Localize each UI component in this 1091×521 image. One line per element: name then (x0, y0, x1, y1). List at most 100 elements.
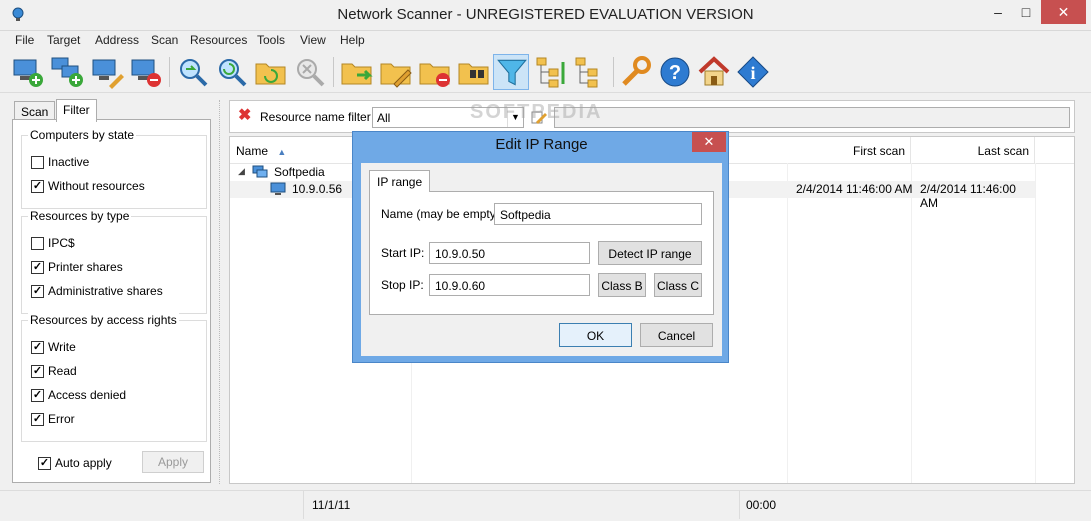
splitter[interactable] (219, 100, 221, 484)
group-title: Computers by state (28, 128, 137, 142)
home-icon[interactable] (696, 54, 732, 90)
checkbox-read[interactable]: ✓ Read (31, 363, 77, 379)
clear-filter-icon[interactable]: ✖ (238, 108, 252, 124)
checkbox-inactive[interactable]: Inactive (31, 154, 89, 170)
name-field[interactable]: Softpedia (494, 203, 702, 225)
checkbox-box[interactable]: ✓ (31, 388, 44, 402)
checkbox-box[interactable]: ✓ (31, 284, 44, 298)
filter-label: Resource name filter (260, 110, 371, 124)
checkbox-administrative-shares[interactable]: ✓ Administrative shares (31, 283, 163, 299)
checkbox-box[interactable]: ✓ (31, 364, 44, 378)
group-resources-by-access-rights: Resources by access rights ✓ Write ✓ Read … (21, 313, 207, 442)
checkbox-box[interactable]: ✓ (31, 412, 44, 426)
scan-folder-icon[interactable] (253, 54, 289, 90)
dialog-title: Edit IP Range (495, 136, 588, 153)
watermark: SOFTPEDIA (470, 101, 603, 123)
column-header-last-scan[interactable]: Last scan (911, 137, 1035, 163)
close-button[interactable]: ✕ (1041, 0, 1086, 24)
filter-panel: Computers by state Inactive ✓ Without res… (12, 119, 211, 483)
filter-icon[interactable] (493, 54, 529, 90)
start-ip-field[interactable]: 10.9.0.50 (429, 242, 590, 264)
class-b-button[interactable]: Class B (598, 273, 646, 297)
ok-button[interactable]: OK (559, 323, 632, 347)
menu-view[interactable]: View (300, 33, 326, 47)
checkbox-box[interactable]: ✓ (31, 260, 44, 274)
status-cell-3: 00:00 (746, 498, 777, 512)
checkbox-box[interactable] (31, 236, 44, 250)
checkbox-write[interactable]: ✓ Write (31, 339, 76, 355)
column-header-first-scan[interactable]: First scan (787, 137, 911, 163)
checkbox-without-resources[interactable]: ✓ Without resources (31, 178, 145, 194)
menu-tools[interactable]: Tools (257, 33, 285, 47)
tree-expand-icon[interactable] (533, 54, 569, 90)
dialog-body: IP range Name (may be empty): Softpedia … (361, 163, 722, 356)
window-title: Network Scanner - UNREGISTERED EVALUATIO… (337, 6, 754, 23)
minimize-button[interactable]: – (983, 0, 1013, 24)
checkbox-auto-apply[interactable]: ✓ Auto apply (38, 455, 112, 471)
checkbox-box[interactable] (31, 155, 44, 169)
checkbox-label: Write (48, 340, 76, 354)
checkbox-label: IPC$ (48, 236, 75, 250)
toolbar: ? i (0, 51, 1091, 93)
rescan-icon[interactable] (214, 54, 250, 90)
menu-file[interactable]: File (15, 33, 34, 47)
edit-computer-icon[interactable] (89, 54, 125, 90)
tree-collapse-icon[interactable] (572, 54, 608, 90)
network-group-icon (252, 164, 268, 180)
maximize-button[interactable]: □ (1011, 0, 1041, 24)
row-first-scan: 2/4/2014 11:46:00 AM (796, 182, 913, 196)
class-c-button[interactable]: Class C (654, 273, 702, 297)
toolbar-separator (169, 57, 170, 87)
column-header-label: Name (236, 144, 269, 158)
group-title: Resources by type (28, 209, 132, 223)
tab-filter[interactable]: Filter (56, 99, 97, 122)
checkbox-error[interactable]: ✓ Error (31, 411, 75, 427)
info-icon[interactable]: i (735, 54, 771, 90)
collapse-icon[interactable]: ◢ (238, 166, 245, 177)
checkbox-ipc[interactable]: IPC$ (31, 235, 75, 251)
menu-resources[interactable]: Resources (190, 33, 247, 47)
checkbox-label: Without resources (48, 179, 145, 193)
edit-folder-icon[interactable] (378, 54, 414, 90)
checkbox-label: Error (48, 412, 75, 426)
scan-icon[interactable] (175, 54, 211, 90)
menu-target[interactable]: Target (47, 33, 80, 47)
checkbox-box[interactable]: ✓ (38, 456, 51, 470)
remove-folder-icon[interactable] (417, 54, 453, 90)
open-folder-icon[interactable] (339, 54, 375, 90)
left-panel: Scan Filter Computers by state Inactive … (10, 99, 213, 485)
menu-help[interactable]: Help (340, 33, 365, 47)
wrench-icon[interactable] (618, 54, 654, 90)
add-computer-icon[interactable] (10, 54, 46, 90)
checkbox-label: Printer shares (48, 260, 123, 274)
checkbox-box[interactable]: ✓ (31, 340, 44, 354)
menu-address[interactable]: Address (95, 33, 139, 47)
svg-text:?: ? (669, 62, 681, 84)
stop-scan-icon[interactable] (292, 54, 328, 90)
detect-ip-range-button[interactable]: Detect IP range (598, 241, 702, 265)
start-ip-label: Start IP: (381, 246, 425, 260)
grid-line (911, 163, 912, 483)
status-bar: 11/1/11 00:00 (0, 490, 1091, 521)
dialog-close-icon[interactable]: ✕ (692, 132, 726, 152)
checkbox-printer-shares[interactable]: ✓ Printer shares (31, 259, 123, 275)
cancel-button[interactable]: Cancel (640, 323, 713, 347)
stop-ip-field[interactable]: 10.9.0.60 (429, 274, 590, 296)
help-icon[interactable]: ? (657, 54, 693, 90)
search-folder-icon[interactable] (456, 54, 492, 90)
toolbar-separator (613, 57, 614, 87)
title-bar: Network Scanner - UNREGISTERED EVALUATIO… (0, 0, 1091, 31)
menu-scan[interactable]: Scan (151, 33, 178, 47)
edit-ip-range-dialog: Edit IP Range ✕ IP range Name (may be em… (352, 131, 729, 363)
apply-button[interactable]: Apply (142, 451, 204, 473)
checkbox-access-denied[interactable]: ✓ Access denied (31, 387, 126, 403)
checkbox-label: Administrative shares (48, 284, 163, 298)
checkbox-label: Inactive (48, 155, 90, 169)
delete-computer-icon[interactable] (128, 54, 164, 90)
tab-ip-range[interactable]: IP range (369, 170, 431, 192)
status-cell-1 (4, 491, 304, 519)
status-cell-2: 11/1/11 (304, 491, 740, 519)
filter-text-input[interactable] (554, 107, 1070, 128)
checkbox-box[interactable]: ✓ (31, 179, 44, 193)
add-range-icon[interactable] (50, 54, 86, 90)
